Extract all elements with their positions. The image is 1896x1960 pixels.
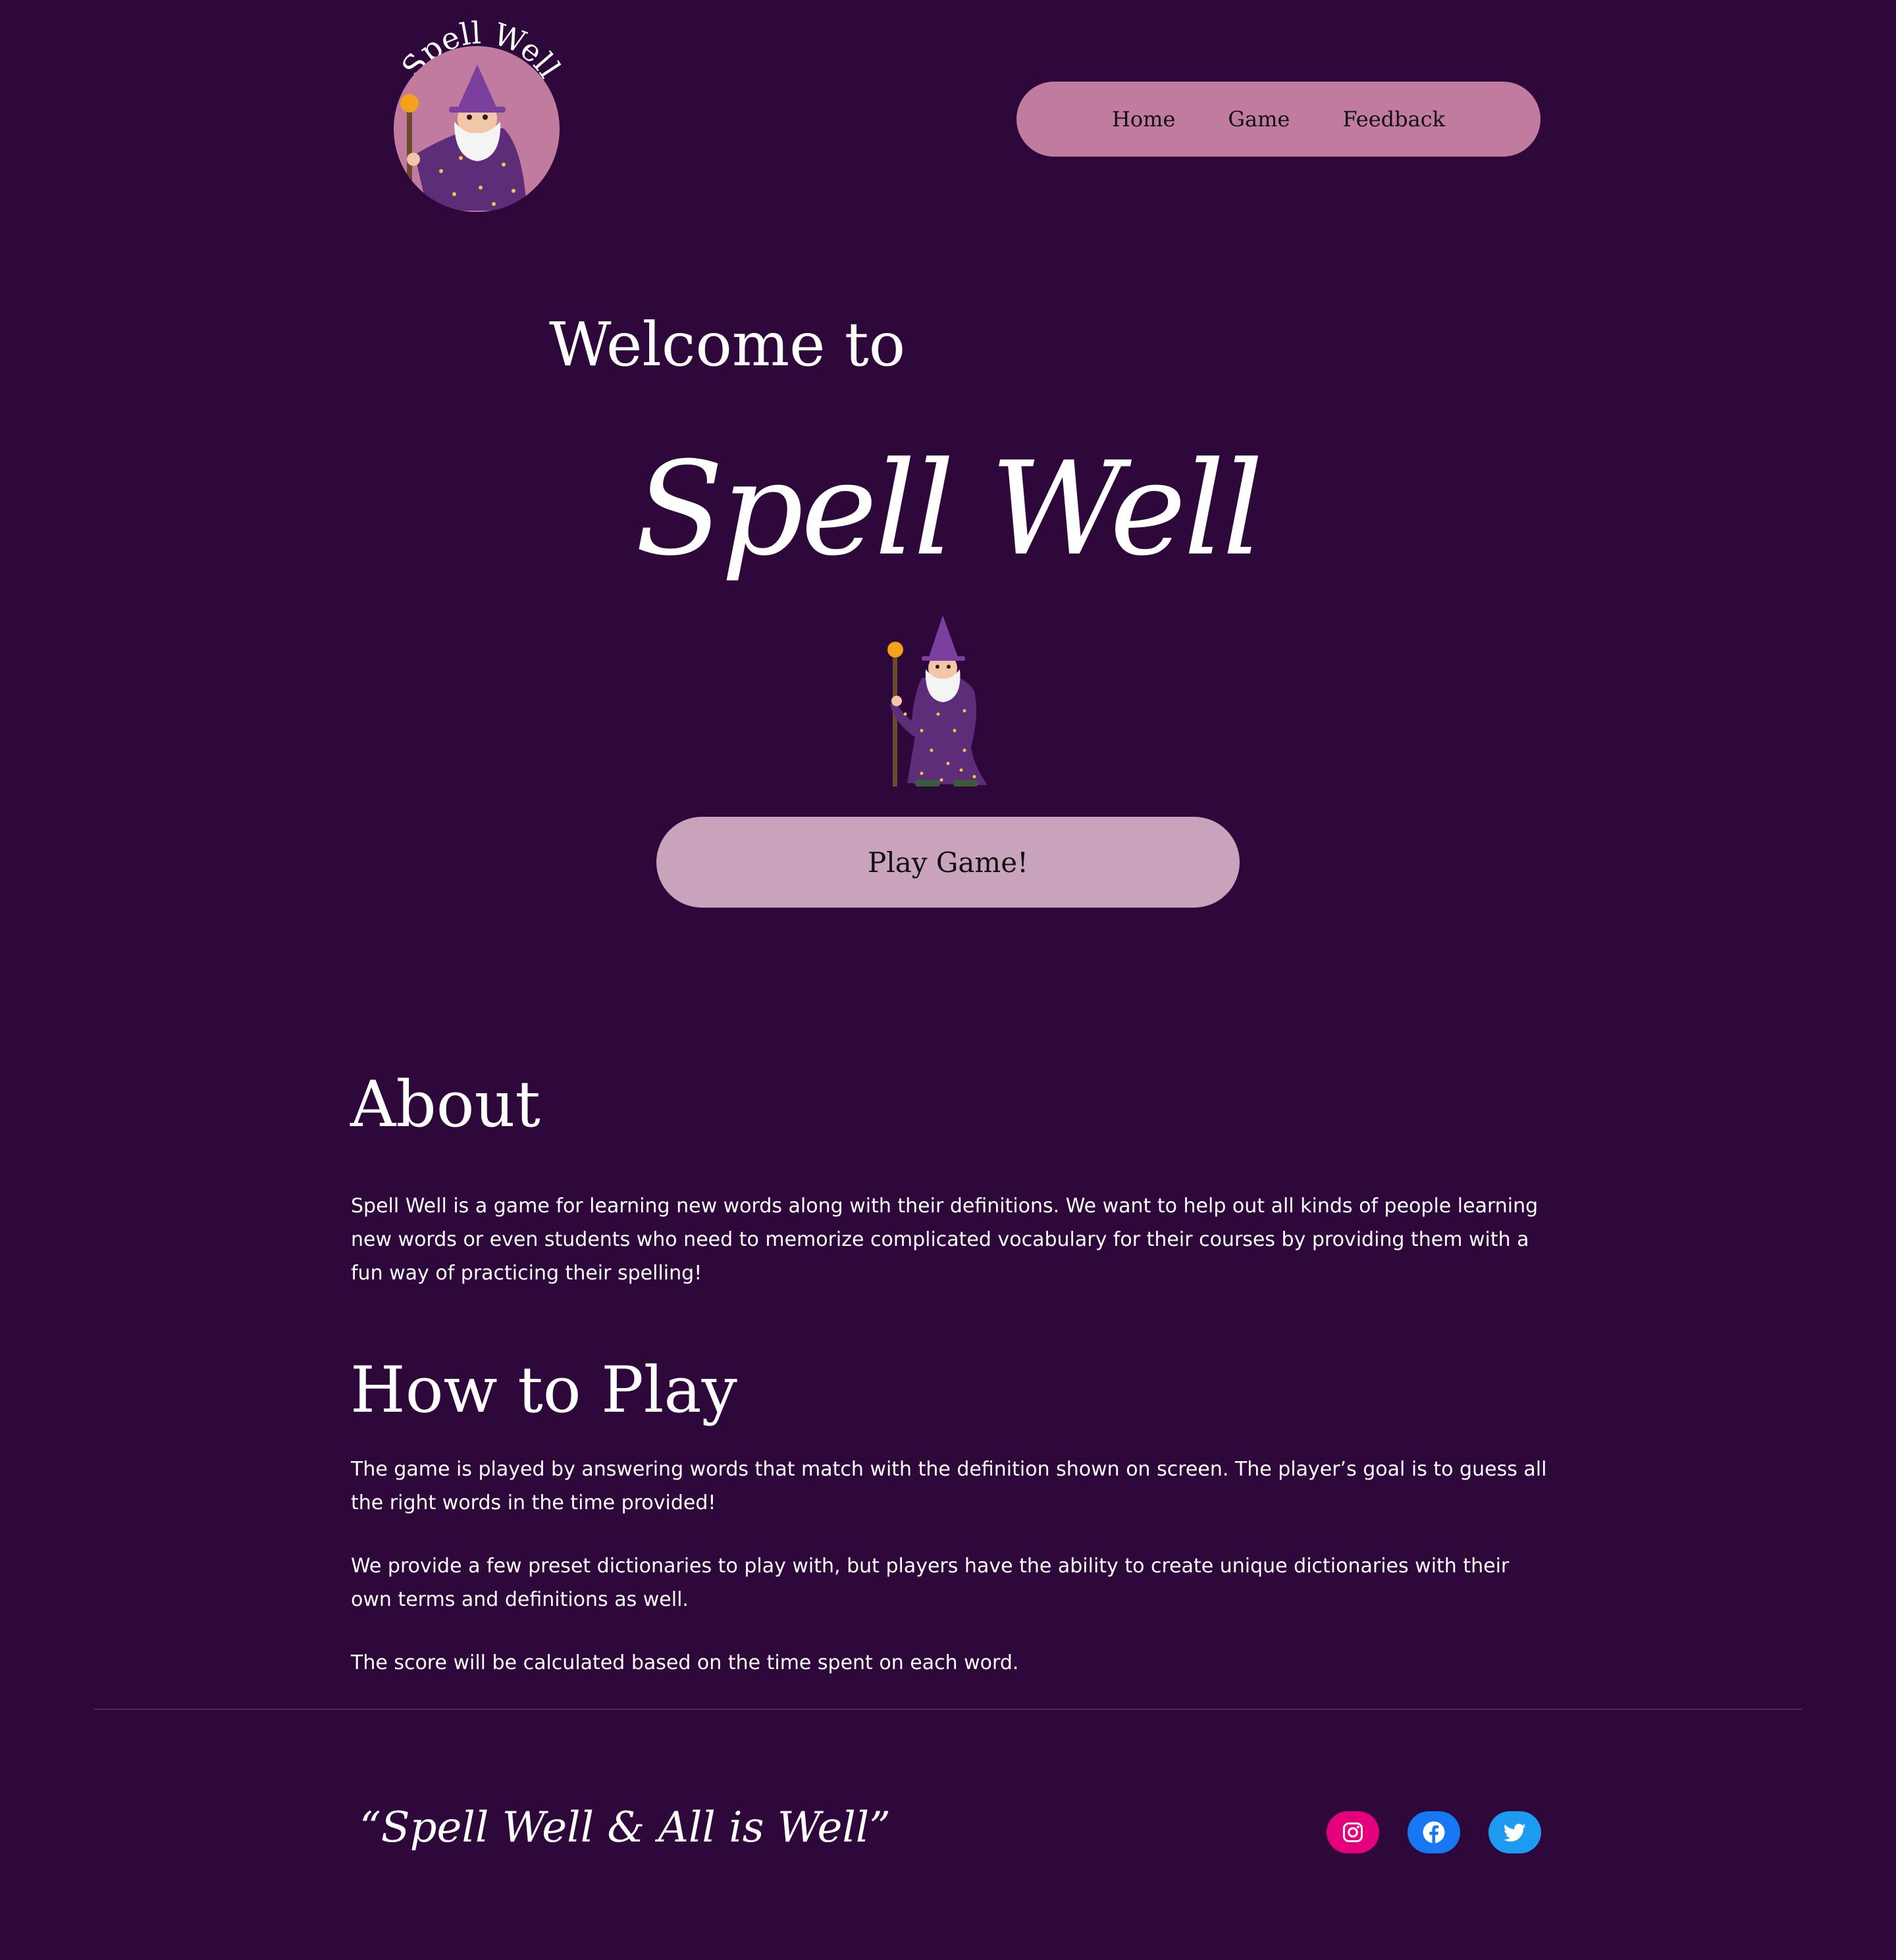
site-logo[interactable]: Spell Well <box>388 13 573 217</box>
wizard-logo-icon: Spell Well <box>394 15 567 212</box>
facebook-icon <box>1423 1821 1445 1844</box>
instagram-icon <box>1343 1822 1363 1842</box>
wizard-icon <box>887 615 988 787</box>
twitter-link[interactable] <box>1488 1811 1541 1853</box>
footer-tagline: “Spell Well & All is Well” <box>359 1803 891 1852</box>
how-to-play-text: The score will be calculated based on th… <box>351 1651 1019 1674</box>
how-to-play-text: We provide a few preset dictionaries to … <box>351 1555 1510 1611</box>
about-heading: About <box>350 1068 540 1141</box>
welcome-heading: Welcome to <box>549 309 906 380</box>
nav-game-link[interactable]: Game <box>1228 107 1290 132</box>
instagram-link[interactable] <box>1327 1811 1379 1853</box>
main-nav: Home Game Feedback <box>1016 82 1540 157</box>
brand-title: Spell Well <box>635 434 1263 584</box>
how-to-play-heading: How to Play <box>350 1353 737 1427</box>
play-game-button[interactable]: Play Game! <box>656 817 1240 908</box>
twitter-icon <box>1503 1823 1526 1842</box>
footer-divider <box>94 1709 1802 1710</box>
wizard-illustration <box>882 615 1014 793</box>
nav-home-link[interactable]: Home <box>1112 107 1175 132</box>
how-to-play-text: The game is played by answering words th… <box>351 1458 1547 1514</box>
nav-feedback-link[interactable]: Feedback <box>1342 107 1445 132</box>
about-text: Spell Well is a game for learning new wo… <box>351 1195 1539 1285</box>
facebook-link[interactable] <box>1408 1811 1460 1853</box>
